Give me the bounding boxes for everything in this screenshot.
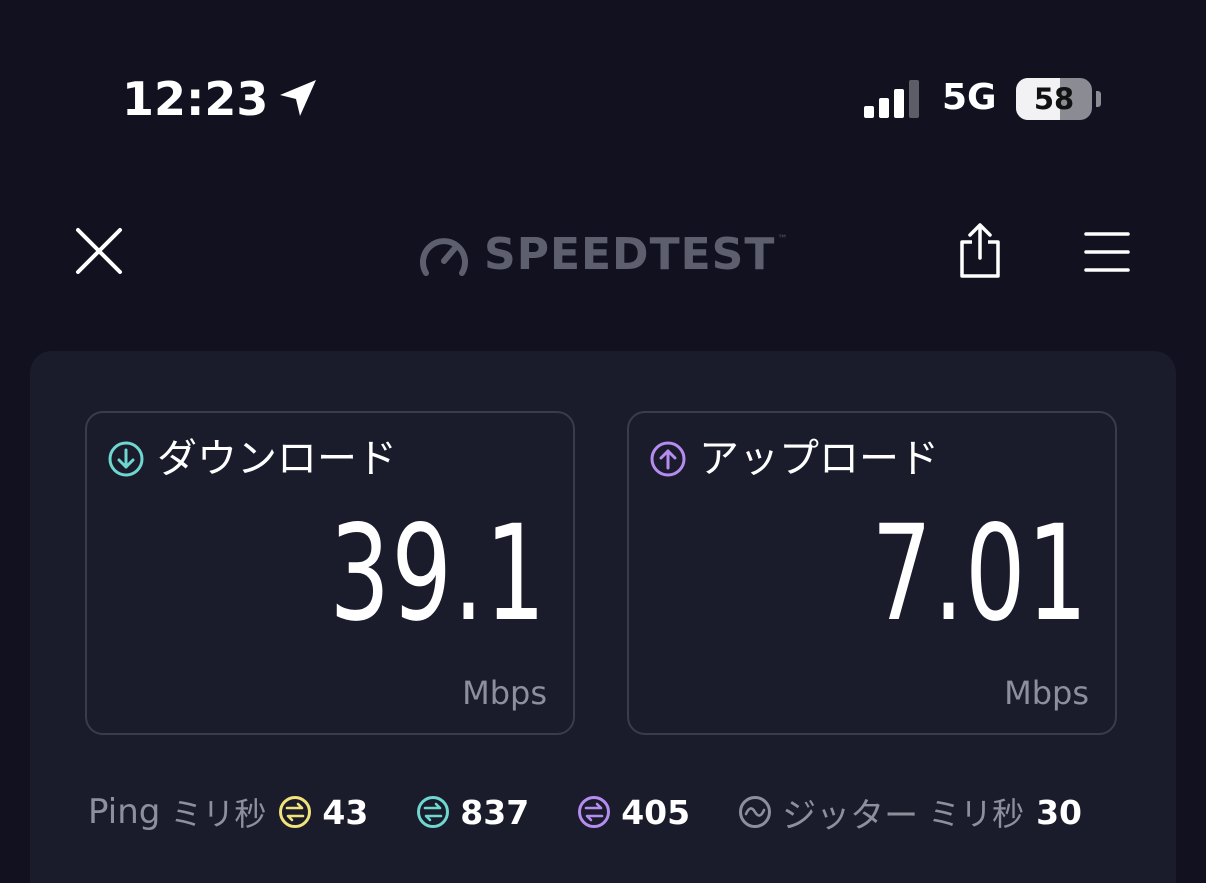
trademark-symbol: ™ [777,234,788,245]
download-ping-icon [417,796,450,828]
share-icon[interactable] [956,222,1004,280]
network-type: 5G [942,77,997,118]
upload-speed-value: 7.01 [871,497,1089,651]
download-arrow-icon [108,441,144,477]
upload-result-card: アップロード 7.01 Mbps [627,411,1117,735]
upload-ping-value: 405 [621,792,691,832]
idle-ping-icon [279,796,312,828]
jitter-value: 30 [1036,792,1083,832]
status-time: 12:23 [122,72,269,126]
upload-speed-unit: Mbps [1004,674,1089,712]
download-speed-unit: Mbps [462,674,547,712]
upload-ping-icon [578,796,611,828]
ping-row: Ping ミリ秒 43 837 405 ジッター ミリ秒 30 [88,787,1082,837]
download-speed-value: 39.1 [329,497,547,651]
cellular-signal-icon [864,80,919,118]
battery-cap [1096,91,1101,107]
speedometer-icon [420,238,468,276]
idle-ping-value: 43 [322,792,369,832]
menu-icon[interactable] [1084,230,1130,274]
speedtest-logo: SPEEDTEST ™ [418,226,787,282]
download-header: ダウンロード [107,433,397,485]
ping-label: Ping [88,792,161,832]
jitter-icon [739,796,772,828]
download-ping-value: 837 [460,792,530,832]
battery-body: 58 [1016,78,1092,120]
ping-unit: ミリ秒 [170,795,267,833]
location-arrow-icon [280,80,316,116]
speedtest-logo-text: SPEEDTEST [484,228,776,280]
speedtest-result-screen: 12:23 5G 58 SPEEDTEST ™ ダウンロード 39.1 Mbps… [0,0,1206,883]
close-icon[interactable] [74,226,124,276]
battery-percent: 58 [1033,82,1075,116]
upload-label: アップロード [699,436,939,482]
upload-header: アップロード [649,433,939,485]
jitter-label: ジッター [782,795,919,836]
jitter-unit: ミリ秒 [928,795,1025,833]
download-label: ダウンロード [157,436,397,482]
results-panel: ダウンロード 39.1 Mbps アップロード 7.01 Mbps Ping ミ… [30,351,1176,883]
download-result-card: ダウンロード 39.1 Mbps [85,411,575,735]
battery-indicator: 58 [1016,78,1104,120]
upload-arrow-icon [650,441,686,477]
